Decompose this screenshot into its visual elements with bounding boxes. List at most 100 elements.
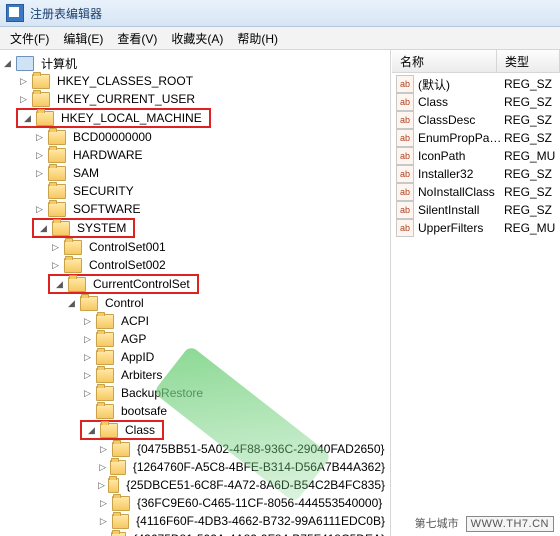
expand-icon[interactable]: ▷	[34, 132, 45, 143]
tree-node-hklm[interactable]: ◢HKEY_LOCAL_MACHINE	[20, 110, 207, 126]
list-row[interactable]: abIconPathREG_MULTI	[392, 147, 560, 165]
expand-icon[interactable]: ▷	[98, 516, 109, 527]
tree-node[interactable]: ▷ BackupRestore	[80, 384, 390, 402]
tree-node[interactable]: ▷HARDWARE	[32, 146, 390, 164]
tree-node[interactable]: ▷ SOFTWARE	[32, 200, 390, 218]
tree-label: SOFTWARE	[70, 201, 144, 217]
folder-icon	[32, 92, 50, 107]
folder-icon	[64, 258, 82, 273]
string-value-icon: ab	[396, 75, 414, 93]
string-value-icon: ab	[396, 111, 414, 129]
tree-node[interactable]: ▷ {36FC9E60-C465-11CF-8056-444553540000}	[96, 494, 390, 512]
tree-label: {1264760F-A5C8-4BFE-B314-D56A7B44A362}	[130, 459, 388, 475]
tree-node-class[interactable]: ◢Class	[84, 422, 160, 438]
expand-icon[interactable]: ▷	[82, 352, 93, 363]
tree-node[interactable]: ▷ ControlSet002	[48, 256, 390, 274]
tree-pane[interactable]: ◢ 计算机 ▷HKEY_CLASSES_ROOT ▷ HKEY_CURRENT_U…	[0, 50, 391, 536]
highlight-box: ◢SYSTEM	[32, 218, 135, 238]
folder-icon	[112, 514, 130, 529]
menu-help[interactable]: 帮助(H)	[231, 28, 284, 49]
folder-icon	[112, 442, 130, 457]
tree-node[interactable]: ▷ {4116F60F-4DB3-4662-B732-99A6111EDC0B}	[96, 512, 390, 530]
expand-icon[interactable]: ▷	[34, 168, 45, 179]
value-name: Class	[418, 95, 504, 109]
expand-icon[interactable]: ▷	[82, 334, 93, 345]
expand-icon[interactable]: ▷	[98, 480, 105, 491]
watermark-text: 第七城市	[415, 518, 459, 530]
menu-file[interactable]: 文件(F)	[4, 28, 55, 49]
tree-node-computer[interactable]: ◢ 计算机	[0, 54, 390, 72]
list-row[interactable]: abInstaller32REG_SZ	[392, 165, 560, 183]
tree-label: ACPI	[118, 313, 152, 329]
list-row[interactable]: abUpperFiltersREG_MULTI	[392, 219, 560, 237]
tree-node[interactable]: ▷AppID	[80, 348, 390, 366]
list-row[interactable]: abClassREG_SZ	[392, 93, 560, 111]
expand-icon[interactable]: ▷	[34, 204, 45, 215]
tree-node-control[interactable]: ◢Control	[64, 294, 390, 312]
folder-icon	[48, 166, 66, 181]
tree-label: HKEY_CURRENT_USER	[54, 91, 198, 107]
collapse-icon[interactable]: ◢	[54, 279, 65, 290]
tree-node[interactable]: ▷SAM	[32, 164, 390, 182]
tree-node[interactable]: ▷SECURITY	[32, 182, 390, 200]
window-title: 注册表编辑器	[30, 5, 102, 22]
expand-icon[interactable]: ▷	[82, 370, 93, 381]
list-row[interactable]: ab(默认)REG_SZ	[392, 75, 560, 93]
expand-icon[interactable]: ▷	[18, 76, 29, 87]
collapse-icon[interactable]: ◢	[86, 425, 97, 436]
column-header-type[interactable]: 类型	[497, 50, 560, 72]
regedit-window: 注册表编辑器 文件(F) 编辑(E) 查看(V) 收藏夹(A) 帮助(H) ◢ …	[0, 0, 560, 536]
expand-icon[interactable]: ▷	[50, 260, 61, 271]
value-name: SilentInstall	[418, 203, 504, 217]
value-type: REG_SZ	[504, 95, 556, 109]
expand-icon[interactable]: ▷	[98, 462, 107, 473]
expand-icon[interactable]: ▷	[82, 388, 93, 399]
collapse-icon[interactable]: ◢	[2, 58, 13, 69]
value-name: Installer32	[418, 167, 504, 181]
collapse-icon[interactable]: ◢	[22, 113, 33, 124]
tree-node[interactable]: ▷{0475BB51-5A02-4F88-936C-29040FAD2650}	[96, 440, 390, 458]
list-row[interactable]: abClassDescREG_SZ	[392, 111, 560, 129]
expand-icon[interactable]: ▷	[98, 498, 109, 509]
tree-node[interactable]: ▷ControlSet001	[48, 238, 390, 256]
tree-node-system[interactable]: ◢SYSTEM	[36, 220, 131, 236]
tree-node[interactable]: ▷BCD00000000	[32, 128, 390, 146]
tree-label: ControlSet002	[86, 257, 169, 273]
tree-node-hkcr[interactable]: ▷HKEY_CLASSES_ROOT	[16, 72, 390, 90]
collapse-icon[interactable]: ◢	[66, 298, 77, 309]
folder-icon	[48, 202, 66, 217]
tree-node[interactable]: ▷{25DBCE51-6C8F-4A72-8A6D-B54C2B4FC835}	[96, 476, 390, 494]
column-header-name[interactable]: 名称	[392, 50, 497, 72]
tree-node[interactable]: ▷ ACPI	[80, 312, 390, 330]
expand-icon[interactable]: ▷	[98, 444, 109, 455]
folder-icon	[80, 296, 98, 311]
expand-icon[interactable]: ▷	[50, 242, 61, 253]
expand-icon[interactable]: ▷	[82, 316, 93, 327]
tree-node-ccs[interactable]: ◢CurrentControlSet	[52, 276, 195, 292]
tree-node[interactable]: ▷bootsafe	[80, 402, 390, 420]
tree-node[interactable]: ▷{43675D81-502A-4A82-9F84-B75F418C5DEA}	[96, 530, 390, 536]
list-row[interactable]: abEnumPropPag...REG_SZ	[392, 129, 560, 147]
content-area: ◢ 计算机 ▷HKEY_CLASSES_ROOT ▷ HKEY_CURRENT_U…	[0, 50, 560, 536]
menu-view[interactable]: 查看(V)	[111, 28, 163, 49]
tree-node[interactable]: ▷AGP	[80, 330, 390, 348]
string-value-icon: ab	[396, 165, 414, 183]
tree-label: BackupRestore	[118, 385, 206, 401]
value-list: ab(默认)REG_SZabClassREG_SZabClassDescREG_…	[392, 73, 560, 239]
menu-favorites[interactable]: 收藏夹(A)	[165, 28, 229, 49]
tree-label: {36FC9E60-C465-11CF-8056-444553540000}	[134, 495, 385, 511]
tree-node[interactable]: ▷Arbiters	[80, 366, 390, 384]
expand-icon[interactable]: ▷	[18, 94, 29, 105]
folder-icon	[112, 496, 130, 511]
tree-node[interactable]: ▷ {1264760F-A5C8-4BFE-B314-D56A7B44A362}	[96, 458, 390, 476]
list-row[interactable]: abNoInstallClassREG_SZ	[392, 183, 560, 201]
folder-icon	[100, 423, 118, 438]
expand-icon[interactable]: ▷	[34, 150, 45, 161]
tree-label: {4116F60F-4DB3-4662-B732-99A6111EDC0B}	[133, 513, 388, 529]
menu-edit[interactable]: 编辑(E)	[57, 28, 109, 49]
list-row[interactable]: abSilentInstallREG_SZ	[392, 201, 560, 219]
value-name: ClassDesc	[418, 113, 504, 127]
value-type: REG_SZ	[504, 77, 556, 91]
collapse-icon[interactable]: ◢	[38, 223, 49, 234]
tree-node-hkcu[interactable]: ▷ HKEY_CURRENT_USER	[16, 90, 390, 108]
